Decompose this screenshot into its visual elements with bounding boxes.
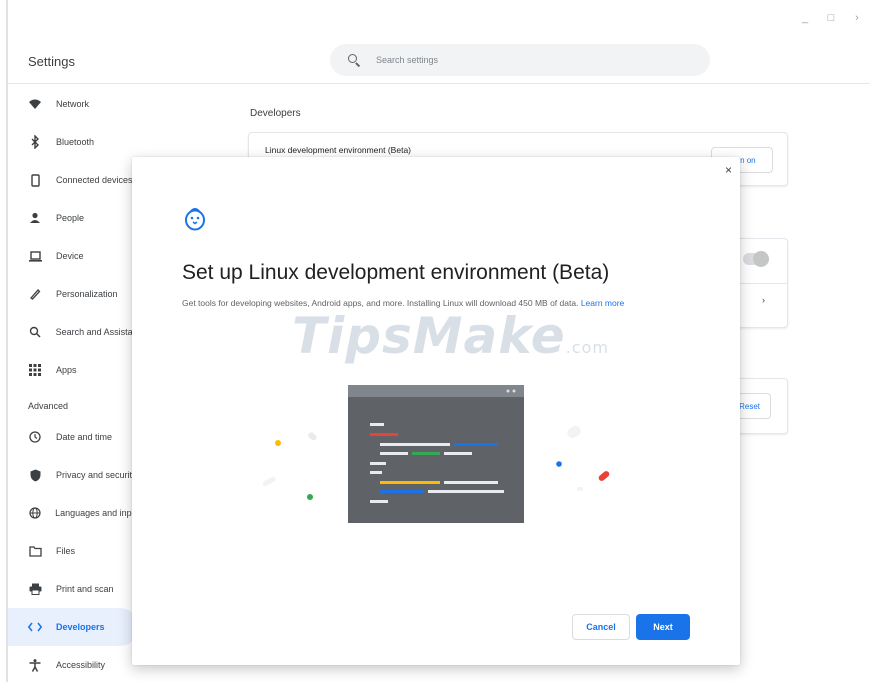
- phone-icon: [28, 173, 42, 187]
- linux-setup-dialog: × Set up Linux development environment (…: [132, 157, 740, 665]
- pen-icon: [28, 287, 42, 301]
- shield-icon: [28, 468, 42, 482]
- sidebar-item-accessibility[interactable]: Accessibility: [8, 646, 138, 682]
- sidebar-item-label: Bluetooth: [56, 137, 95, 147]
- watermark-suffix: .com: [565, 338, 609, 357]
- code-icon: [28, 620, 42, 634]
- search-input[interactable]: Search settings: [376, 55, 438, 65]
- watermark-logo: TipsMake.com: [292, 307, 609, 365]
- sidebar-item-print-scan[interactable]: Print and scan: [8, 570, 138, 608]
- sidebar-item-label: Search and Assistant: [55, 327, 138, 337]
- folder-icon: [28, 544, 42, 558]
- sidebar-item-files[interactable]: Files: [8, 532, 138, 570]
- chevron-right-icon[interactable]: ›: [762, 295, 765, 305]
- maximize-button[interactable]: □: [826, 12, 836, 24]
- sidebar: Network Bluetooth Connected devices Peop…: [8, 85, 138, 682]
- sidebar-item-date-time[interactable]: Date and time: [8, 418, 138, 456]
- sidebar-item-device[interactable]: Device: [8, 237, 138, 275]
- wifi-icon: [28, 97, 42, 111]
- sidebar-item-label: Developers: [56, 622, 105, 632]
- search-icon: [28, 325, 42, 339]
- clock-icon: [28, 430, 42, 444]
- window-controls: _ □ ›: [800, 12, 862, 24]
- linux-penguin-icon: [185, 208, 205, 231]
- sidebar-item-label: Personalization: [56, 289, 118, 299]
- globe-icon: [28, 506, 41, 520]
- app-title: Settings: [28, 54, 75, 69]
- close-icon[interactable]: ×: [725, 164, 732, 176]
- sidebar-item-label: People: [56, 213, 85, 223]
- sidebar-item-label: Network: [56, 99, 90, 109]
- settings-window: _ □ › Settings Search settings Network B…: [0, 0, 870, 682]
- sidebar-item-label: Device: [56, 251, 84, 261]
- person-icon: [28, 211, 42, 225]
- settings-header: Settings Search settings: [8, 36, 870, 84]
- laptop-icon: [28, 249, 42, 263]
- apps-grid-icon: [28, 363, 42, 377]
- terminal-illustration: [262, 385, 610, 523]
- sidebar-item-languages[interactable]: Languages and inputs: [8, 494, 138, 532]
- search-bar[interactable]: Search settings: [330, 44, 710, 76]
- sidebar-item-personalization[interactable]: Personalization: [8, 275, 138, 313]
- sidebar-item-label: Accessibility: [56, 660, 106, 670]
- watermark-text: TipsMake: [292, 307, 566, 365]
- search-icon: [348, 54, 360, 66]
- sidebar-item-developers[interactable]: Developers: [8, 608, 138, 646]
- printer-icon: [28, 582, 42, 596]
- minimize-button[interactable]: _: [800, 12, 810, 24]
- sidebar-item-privacy[interactable]: Privacy and security: [8, 456, 138, 494]
- sidebar-item-label: Files: [56, 546, 76, 556]
- section-title: Developers: [250, 108, 301, 119]
- sidebar-item-connected-devices[interactable]: Connected devices: [8, 161, 138, 199]
- sidebar-item-label: Privacy and security: [56, 470, 137, 480]
- cancel-button[interactable]: Cancel: [572, 614, 630, 640]
- sidebar-item-apps[interactable]: Apps: [8, 351, 138, 389]
- sidebar-item-label: Apps: [56, 365, 77, 375]
- next-button[interactable]: Next: [636, 614, 690, 640]
- sidebar-item-people[interactable]: People: [8, 199, 138, 237]
- sidebar-item-label: Languages and inputs: [55, 508, 138, 518]
- sidebar-item-network[interactable]: Network: [8, 85, 138, 123]
- sidebar-item-bluetooth[interactable]: Bluetooth: [8, 123, 138, 161]
- sidebar-item-label: Connected devices: [56, 175, 133, 185]
- sidebar-item-label: Print and scan: [56, 584, 114, 594]
- sidebar-item-search-assistant[interactable]: Search and Assistant: [8, 313, 138, 351]
- dialog-title: Set up Linux development environment (Be…: [182, 261, 610, 284]
- sidebar-item-label: Date and time: [56, 432, 113, 442]
- bluetooth-icon: [28, 135, 42, 149]
- linux-row-label: Linux development environment (Beta): [265, 145, 411, 155]
- developer-toggle[interactable]: [743, 251, 769, 267]
- close-window-button[interactable]: ›: [852, 12, 862, 24]
- advanced-heading[interactable]: Advanced: [28, 401, 68, 411]
- accessibility-icon: [28, 658, 42, 672]
